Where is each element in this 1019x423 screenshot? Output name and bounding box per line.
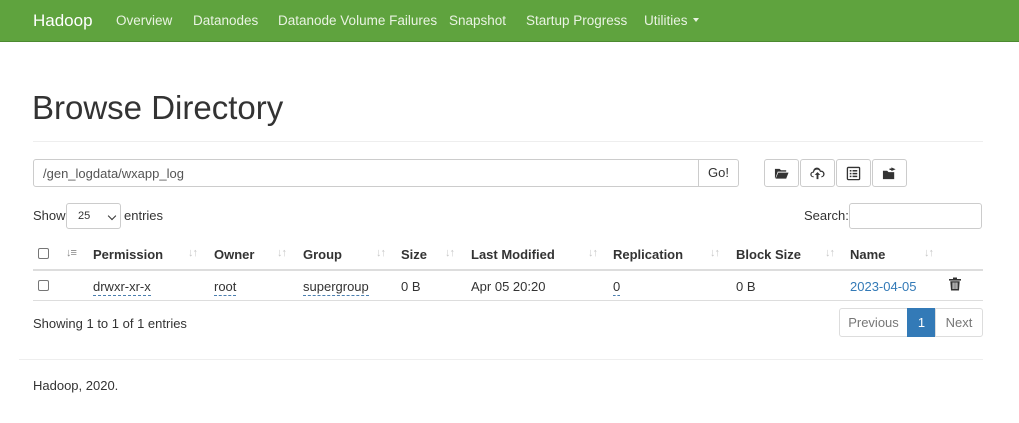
nav-utilities-label: Utilities	[644, 13, 688, 28]
footer-text: Hadoop, 2020.	[33, 378, 119, 393]
sort-icon[interactable]: ↓↑	[825, 247, 835, 259]
sort-icon[interactable]: ↓↑	[277, 247, 287, 259]
nav-utilities-dropdown[interactable]: Utilities	[644, 13, 699, 28]
nav-snapshot[interactable]: Snapshot	[449, 13, 506, 28]
col-header-name[interactable]: Name	[850, 247, 885, 262]
select-all-checkbox[interactable]	[38, 248, 49, 259]
nav-startup-progress[interactable]: Startup Progress	[526, 13, 627, 28]
cell-permission[interactable]: drwxr-xr-x	[93, 279, 151, 296]
nav-datanodes[interactable]: Datanodes	[193, 13, 258, 28]
page-length-select[interactable]: 25	[66, 203, 121, 229]
page-1-button[interactable]: 1	[907, 308, 936, 337]
caret-down-icon	[692, 18, 699, 22]
cell-owner[interactable]: root	[214, 279, 237, 296]
title-divider	[33, 141, 983, 142]
cut-button[interactable]	[836, 159, 871, 187]
col-header-replication[interactable]: Replication	[613, 247, 683, 262]
list-alt-icon	[846, 166, 861, 180]
folder-open-icon	[774, 168, 789, 179]
col-header-permission[interactable]: Permission	[93, 247, 163, 262]
top-navbar: Hadoop Overview Datanodes Datanode Volum…	[0, 0, 1019, 42]
sort-icon[interactable]: ↓↑	[924, 247, 934, 259]
table-header-border	[33, 269, 983, 271]
page-length-value: 25	[78, 210, 91, 222]
col-header-group[interactable]: Group	[303, 247, 342, 262]
brand-link[interactable]: Hadoop	[33, 11, 93, 31]
create-directory-button[interactable]	[764, 159, 799, 187]
previous-page-button[interactable]: Previous	[839, 308, 908, 337]
paste-button[interactable]	[872, 159, 907, 187]
sort-icon[interactable]: ↓↑	[376, 247, 386, 259]
chevron-down-icon	[107, 211, 117, 221]
next-page-button[interactable]: Next	[935, 308, 983, 337]
cell-replication[interactable]: 0	[613, 279, 621, 296]
sort-icon[interactable]: ↓↑	[445, 247, 455, 259]
cell-group[interactable]: supergroup	[303, 279, 369, 296]
col-header-last-modified[interactable]: Last Modified	[471, 247, 555, 262]
sort-asc-icon[interactable]: ↓≡	[66, 247, 77, 259]
cell-last-modified: Apr 05 20:20	[471, 279, 546, 294]
row-divider	[33, 300, 983, 301]
row-checkbox[interactable]	[38, 280, 49, 291]
cell-name-link[interactable]: 2023-04-05	[850, 279, 917, 294]
col-header-block-size[interactable]: Block Size	[736, 247, 801, 262]
page-title: Browse Directory	[32, 89, 284, 126]
go-button[interactable]: Go!	[698, 159, 739, 187]
table-info: Showing 1 to 1 of 1 entries	[33, 316, 187, 331]
entries-label: entries	[124, 208, 164, 223]
sort-icon[interactable]: ↓↑	[588, 247, 598, 259]
nav-overview[interactable]: Overview	[116, 13, 172, 28]
show-label: Show	[33, 208, 66, 223]
directory-path-input[interactable]	[33, 159, 699, 187]
col-header-owner[interactable]: Owner	[214, 247, 254, 262]
cell-size: 0 B	[401, 279, 421, 294]
search-label: Search:	[804, 208, 849, 223]
sort-icon[interactable]: ↓↑	[188, 247, 198, 259]
trash-icon[interactable]	[948, 277, 962, 291]
upload-files-button[interactable]	[800, 159, 835, 187]
footer-divider	[19, 359, 983, 360]
col-header-size[interactable]: Size	[401, 247, 427, 262]
sort-icon[interactable]: ↓↑	[710, 247, 720, 259]
nav-datanode-volume-failures[interactable]: Datanode Volume Failures	[278, 13, 437, 28]
cloud-upload-icon	[810, 167, 825, 179]
cell-block-size: 0 B	[736, 279, 756, 294]
folder-move-icon	[882, 166, 896, 179]
search-input[interactable]	[849, 203, 982, 229]
